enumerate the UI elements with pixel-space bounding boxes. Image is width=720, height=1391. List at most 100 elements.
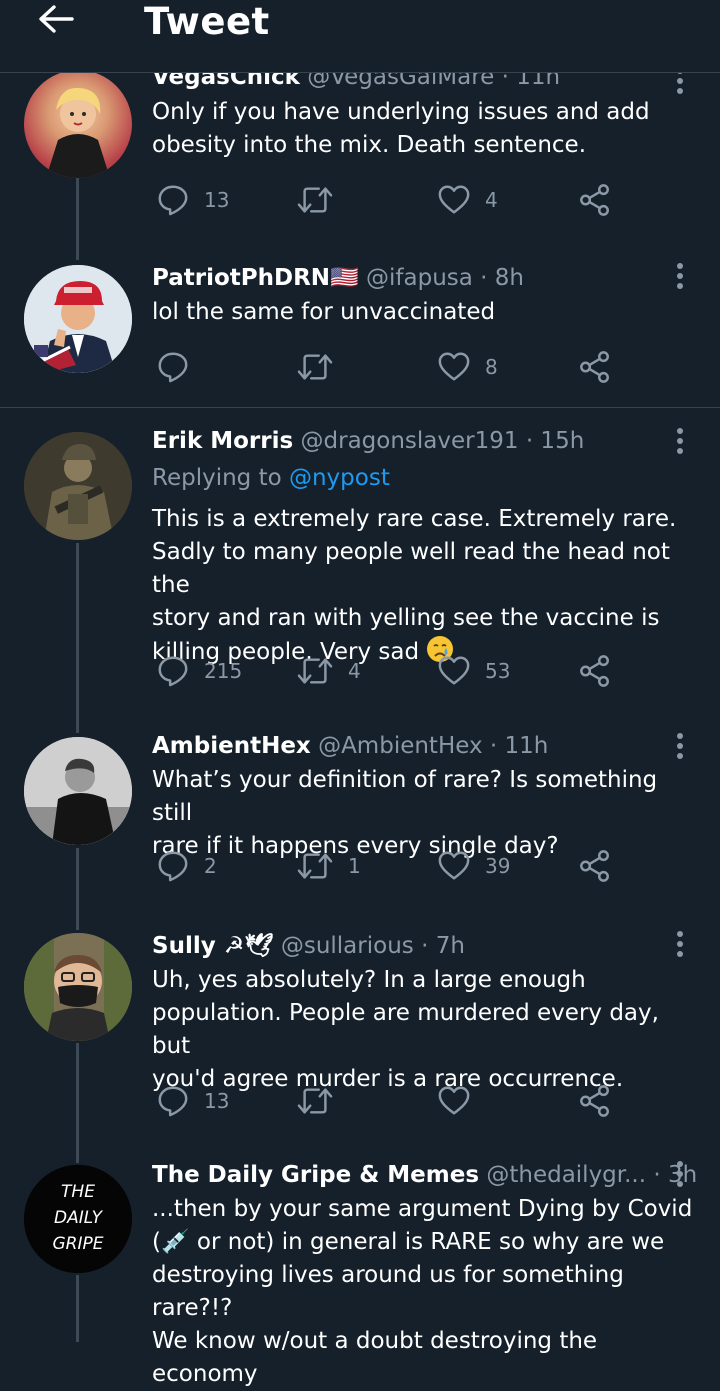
retweet-count: 4 [348, 659, 361, 683]
tweet-text-line: What’s your definition of rare? Is somet… [152, 767, 658, 826]
timestamp[interactable]: · 11h [490, 733, 548, 759]
handle[interactable]: @AmbientHex [318, 733, 483, 759]
tweet-text: This is a extremely rare case. Extremely… [152, 503, 697, 669]
handle[interactable]: @sullarious [281, 933, 414, 959]
display-name[interactable]: Sully ☭🕊 [152, 933, 274, 959]
like-button[interactable]: 39 [437, 848, 510, 884]
share-icon [578, 849, 612, 883]
display-name[interactable]: Erik Morris [152, 428, 293, 454]
more-icon[interactable] [676, 428, 684, 456]
reply-icon [156, 654, 190, 688]
tweet-text: Only if you have underlying issues and a… [152, 96, 697, 162]
timestamp[interactable]: · 15h [526, 428, 584, 454]
share-icon [578, 654, 612, 688]
like-icon [437, 654, 471, 688]
avatar[interactable] [24, 70, 132, 178]
reply-icon [156, 350, 190, 384]
like-button[interactable]: 53 [437, 653, 510, 689]
share-button[interactable] [578, 1083, 612, 1119]
timestamp[interactable]: · 8h [480, 265, 524, 291]
avatar[interactable] [24, 737, 132, 845]
handle[interactable]: @ifapusa [366, 265, 473, 291]
like-icon [437, 350, 471, 384]
retweet-button[interactable] [296, 349, 348, 385]
thread-line [76, 1275, 79, 1342]
retweet-button[interactable] [296, 1083, 348, 1119]
display-name[interactable]: The Daily Gripe & Memes [152, 1162, 479, 1188]
thread-line [76, 848, 79, 930]
avatar[interactable]: THE DAILY GRIPE [24, 1165, 132, 1273]
share-button[interactable] [578, 182, 612, 218]
more-icon[interactable] [676, 1161, 684, 1189]
like-button[interactable]: 4 [437, 182, 498, 218]
more-icon[interactable] [676, 931, 684, 959]
reply-button[interactable]: 13 [156, 1083, 229, 1119]
share-icon [578, 183, 612, 217]
reply-count: 215 [204, 659, 243, 683]
retweet-icon [296, 350, 334, 384]
tweet-text-line: destroying lives around us for something… [152, 1262, 624, 1321]
avatar[interactable] [24, 432, 132, 540]
reply-button[interactable]: 13 [156, 182, 229, 218]
retweet-button[interactable] [296, 182, 348, 218]
tweet-text: ...then by your same argument Dying by C… [152, 1193, 697, 1391]
like-icon [437, 183, 471, 217]
replying-to-label: Replying to [152, 465, 282, 491]
like-button[interactable] [437, 1083, 485, 1119]
retweet-icon [296, 183, 334, 217]
action-bar: 8 [152, 349, 622, 385]
tweet-text: lol the same for unvaccinated [152, 296, 697, 329]
retweet-icon [296, 1084, 334, 1118]
tweet-text: Uh, yes absolutely? In a large enough po… [152, 964, 697, 1096]
reply-count: 13 [204, 1089, 230, 1113]
avatar[interactable] [24, 933, 132, 1041]
share-button[interactable] [578, 848, 612, 884]
tweet-text-line: We know w/out a doubt destroying the eco… [152, 1328, 598, 1387]
action-bar: 13 4 [152, 182, 622, 218]
avatar-logo-text: GRIPE [53, 1234, 104, 1254]
tweet-text-line: ...then by your same argument Dying by C… [152, 1196, 693, 1222]
like-count: 8 [485, 355, 498, 379]
avatar[interactable] [24, 265, 132, 373]
reply-button[interactable] [156, 349, 204, 385]
replying-to-handle[interactable]: @nypost [289, 465, 390, 491]
display-name[interactable]: AmbientHex [152, 733, 311, 759]
tweet-text-line: Sadly to many people well read the head … [152, 539, 670, 598]
more-icon[interactable] [676, 263, 684, 291]
tweet-text-line: Only if you have underlying issues and a… [152, 99, 650, 125]
handle[interactable]: @thedailygr... [486, 1162, 646, 1188]
share-icon [578, 350, 612, 384]
tweet-text-line: Uh, yes absolutely? In a large enough [152, 967, 586, 993]
reply-icon [156, 183, 190, 217]
divider [0, 407, 720, 408]
share-button[interactable] [578, 349, 612, 385]
display-name[interactable]: PatriotPhDRN🇺🇸 [152, 265, 359, 291]
retweet-button[interactable]: 1 [296, 848, 361, 884]
share-button[interactable] [578, 653, 612, 689]
like-count: 4 [485, 188, 498, 212]
tweet-text-line: story and ran with yelling see the vacci… [152, 605, 660, 631]
retweet-icon [296, 849, 334, 883]
handle[interactable]: @dragonslaver191 [301, 428, 519, 454]
reply-button[interactable]: 2 [156, 848, 217, 884]
thread-line [76, 1043, 79, 1163]
reply-button[interactable]: 215 [156, 653, 242, 689]
reply-count: 2 [204, 854, 217, 878]
retweet-button[interactable]: 4 [296, 653, 361, 689]
tweet-text-line: This is a extremely rare case. Extremely… [152, 506, 677, 532]
tweet-text-line: obesity into the mix. Death sentence. [152, 132, 587, 158]
thread-line [76, 178, 79, 260]
timestamp[interactable]: · 7h [421, 933, 465, 959]
tweet-text-line: (💉 or not) in general is RARE so why are… [152, 1229, 665, 1255]
like-button[interactable]: 8 [437, 349, 498, 385]
more-icon[interactable] [676, 733, 684, 761]
header-divider [0, 72, 720, 73]
tweet-text-line: population. People are murdered every da… [152, 1000, 659, 1059]
back-arrow-icon[interactable] [36, 4, 76, 34]
top-bar: Tweet [0, 0, 720, 72]
reply-icon [156, 1084, 190, 1118]
share-icon [578, 1084, 612, 1118]
retweet-icon [296, 654, 334, 688]
retweet-count: 1 [348, 854, 361, 878]
like-count: 39 [485, 854, 511, 878]
